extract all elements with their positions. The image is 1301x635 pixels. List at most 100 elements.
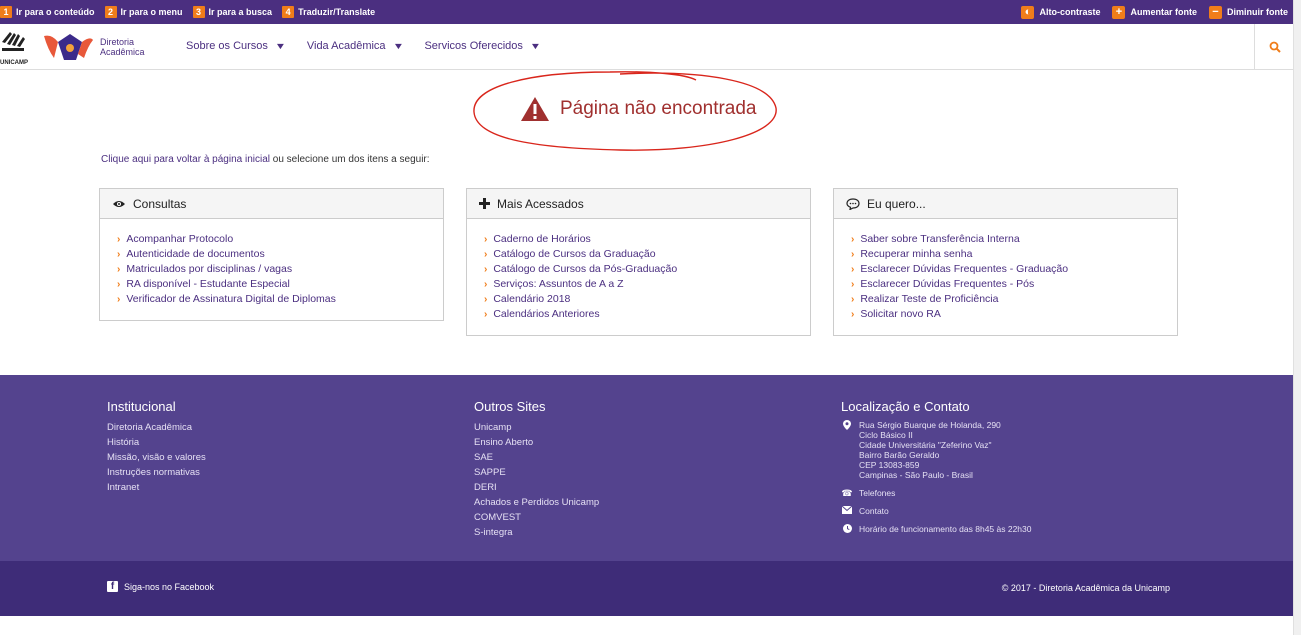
footer-link[interactable]: História	[107, 435, 206, 450]
footer-link[interactable]: Diretoria Acadêmica	[107, 420, 206, 435]
list-item[interactable]: › Saber sobre Transferência Interna	[851, 232, 1177, 247]
mais-acessados-box: Mais Acessados › Caderno de Horários › Cat…	[466, 188, 811, 336]
nav-sobre-os-cursos[interactable]: Sobre os Cursos ▼	[186, 40, 287, 52]
chevron-right-icon: ›	[851, 249, 855, 260]
list-item[interactable]: › Solicitar novo RA	[851, 307, 1177, 322]
footer-link[interactable]: Unicamp	[474, 420, 599, 435]
shortcut-label: Traduzir/Translate	[298, 7, 376, 17]
list-item[interactable]: › Recuperar minha senha	[851, 247, 1177, 262]
nav-servicos-oferecidos[interactable]: Servicos Oferecidos ▼	[424, 40, 542, 52]
unicamp-logo-text: UNICAMP	[0, 60, 28, 66]
list-item-label: Matriculados por disciplinas / vagas	[126, 263, 293, 275]
list-item-label: Caderno de Horários	[493, 233, 591, 245]
opening-hours: Horário de funcionamento das 8h45 às 22h…	[841, 524, 1031, 534]
skip-to-search-link[interactable]: 3 Ir para a busca	[192, 6, 272, 18]
facebook-label: Siga-nos no Facebook	[124, 581, 215, 592]
chevron-right-icon: ›	[117, 279, 121, 290]
increase-font-button[interactable]: + Aumentar fonte	[1112, 5, 1197, 19]
translate-link[interactable]: 4 Traduzir/Translate	[282, 6, 375, 18]
nav-vida-academica[interactable]: Vida Acadêmica ▼	[306, 40, 404, 52]
nav-label: Vida Acadêmica	[306, 40, 386, 52]
footer-institucional: Institucional Diretoria Acadêmica Histór…	[107, 399, 206, 495]
list-item[interactable]: › Serviços: Assuntos de A a Z	[484, 277, 810, 292]
list-item[interactable]: › RA disponível - Estudante Especial	[117, 277, 443, 292]
accessibility-tools: ◐ Alto-contraste + Aumentar fonte − Dimi…	[1009, 5, 1288, 19]
chevron-right-icon: ›	[851, 264, 855, 275]
footer-link[interactable]: SAPPE	[474, 465, 599, 480]
intro-rest-text: ou selecione um dos itens a seguir:	[270, 154, 430, 165]
footer-contato: Localização e Contato Rua Sérgio Buarque…	[841, 399, 1031, 542]
footer-heading: Outros Sites	[474, 399, 546, 414]
chevron-right-icon: ›	[117, 249, 121, 260]
list-item-label: Calendários Anteriores	[493, 308, 600, 320]
list-item-label: Solicitar novo RA	[860, 308, 941, 320]
list-item-label: Esclarecer Dúvidas Frequentes - Graduaçã…	[860, 263, 1069, 275]
list-item[interactable]: › Autenticidade de documentos	[117, 247, 443, 262]
error-title-text: Página não encontrada	[560, 98, 757, 119]
chevron-right-icon: ›	[117, 234, 121, 245]
skip-to-content-link[interactable]: 1 Ir para o conteúdo	[0, 6, 95, 18]
list-item-label: Calendário 2018	[493, 293, 571, 305]
high-contrast-button[interactable]: ◐ Alto-contraste	[1021, 5, 1100, 19]
box-title: Eu quero...	[867, 196, 926, 211]
chevron-right-icon: ›	[851, 309, 855, 320]
footer-outros-sites: Outros Sites Unicamp Ensino Aberto SAE S…	[474, 399, 599, 540]
box-list: › Caderno de Horários › Catálogo de Cursos…	[467, 219, 810, 335]
list-item-label: Serviços: Assuntos de A a Z	[493, 278, 624, 290]
footer-link[interactable]: Intranet	[107, 480, 206, 495]
list-item[interactable]: › Catálogo de Cursos da Graduação	[484, 247, 810, 262]
phone-icon: ☎	[841, 488, 853, 498]
shortcut-number: 3	[192, 6, 205, 18]
back-home-link[interactable]: Clique aqui para voltar à página inicial	[101, 154, 270, 165]
list-item[interactable]: › Calendário 2018	[484, 292, 810, 307]
list-item[interactable]: › Calendários Anteriores	[484, 307, 810, 322]
contrast-icon: ◐	[1021, 5, 1035, 19]
chevron-down-icon: ▼	[274, 41, 287, 51]
list-item[interactable]: › Verificador de Assinatura Digital de Di…	[117, 292, 443, 307]
decrease-font-button[interactable]: − Diminuir fonte	[1209, 5, 1288, 19]
list-item-label: Acompanhar Protocolo	[126, 233, 234, 245]
footer-link[interactable]: Ensino Aberto	[474, 435, 599, 450]
list-item-label: Realizar Teste de Proficiência	[860, 293, 999, 305]
chevron-right-icon: ›	[117, 294, 121, 305]
list-item[interactable]: › Esclarecer Dúvidas Frequentes - Graduaç…	[851, 262, 1177, 277]
contact-link[interactable]: Contato	[841, 506, 1031, 516]
chevron-right-icon: ›	[484, 309, 488, 320]
list-item[interactable]: › Acompanhar Protocolo	[117, 232, 443, 247]
search-button[interactable]	[1254, 24, 1294, 70]
list-item-label: Catálogo de Cursos da Pós-Graduação	[493, 263, 678, 275]
footer-link[interactable]: Achados e Perdidos Unicamp	[474, 495, 599, 510]
footer-link[interactable]: S-integra	[474, 525, 599, 540]
list-item-label: Catálogo de Cursos da Graduação	[493, 248, 656, 260]
nav-label: Sobre os Cursos	[186, 40, 268, 52]
address-lines: Rua Sérgio Buarque de Holanda, 290 Ciclo…	[859, 420, 1001, 480]
skip-to-menu-link[interactable]: 2 Ir para o menu	[104, 6, 183, 18]
dac-logo[interactable]	[42, 32, 94, 62]
facebook-link[interactable]: f Siga-nos no Facebook	[107, 581, 214, 592]
list-item-label: Autenticidade de documentos	[126, 248, 265, 260]
phones-link[interactable]: ☎ Telefones	[841, 488, 1031, 498]
footer-heading: Localização e Contato	[841, 399, 970, 414]
dac-logo-icon	[44, 34, 93, 60]
chevron-down-icon: ▼	[529, 41, 542, 51]
increase-font-label: Aumentar fonte	[1130, 7, 1197, 17]
box-list: › Acompanhar Protocolo › Autenticidade de …	[100, 219, 443, 320]
footer-link[interactable]: DERI	[474, 480, 599, 495]
eye-icon	[112, 199, 126, 209]
list-item[interactable]: › Esclarecer Dúvidas Frequentes - Pós	[851, 277, 1177, 292]
list-item[interactable]: › Catálogo de Cursos da Pós-Graduação	[484, 262, 810, 277]
unicamp-logo[interactable]: UNICAMP	[0, 28, 30, 66]
chevron-right-icon: ›	[484, 294, 488, 305]
list-item[interactable]: › Realizar Teste de Proficiência	[851, 292, 1177, 307]
footer-link[interactable]: Missão, visão e valores	[107, 450, 206, 465]
box-list: › Saber sobre Transferência Interna › Recu…	[834, 219, 1177, 335]
footer-link[interactable]: COMVEST	[474, 510, 599, 525]
accessibility-shortcuts: 1 Ir para o conteúdo 2 Ir para o menu 3 …	[0, 6, 385, 18]
vertical-scrollbar[interactable]	[1293, 0, 1301, 635]
list-item[interactable]: › Matriculados por disciplinas / vagas	[117, 262, 443, 277]
footer-link[interactable]: Instruções normativas	[107, 465, 206, 480]
unicamp-emblem-icon	[2, 32, 25, 51]
footer-link[interactable]: SAE	[474, 450, 599, 465]
search-icon	[1269, 41, 1281, 53]
list-item[interactable]: › Caderno de Horários	[484, 232, 810, 247]
